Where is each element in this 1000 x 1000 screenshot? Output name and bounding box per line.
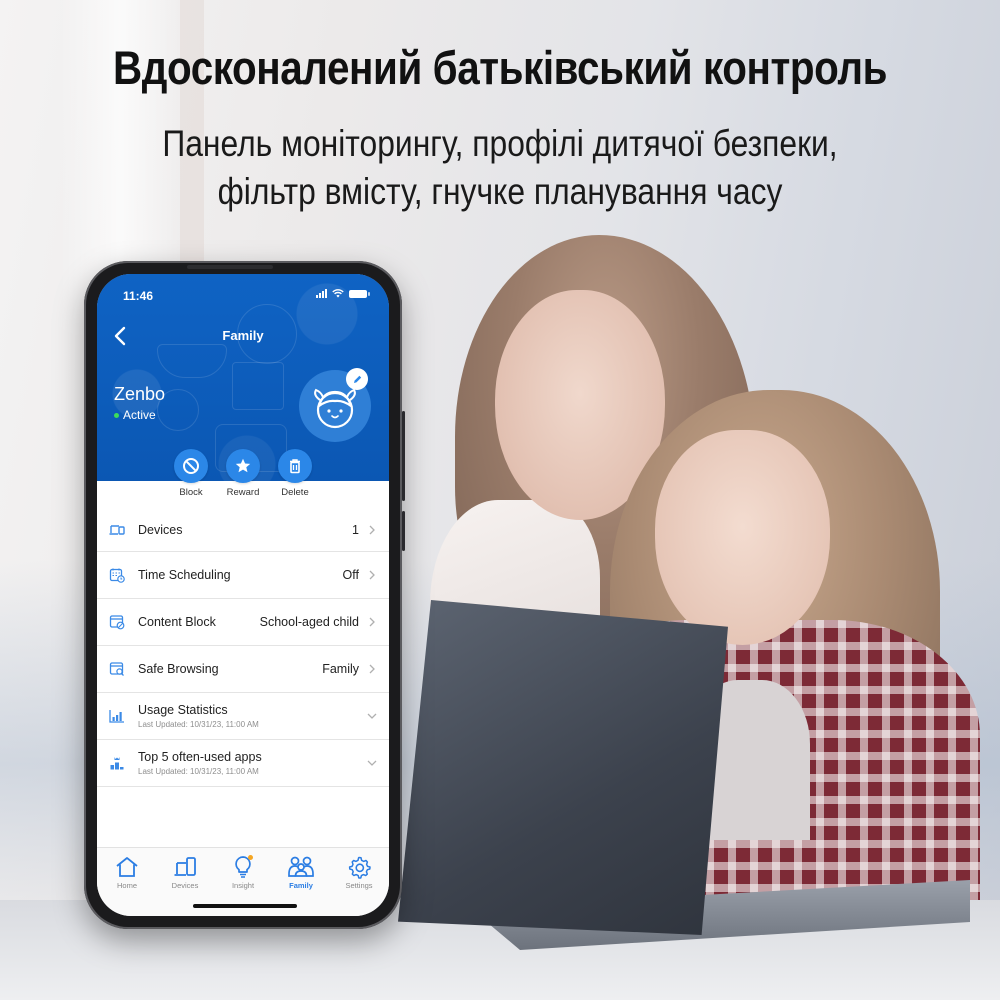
speaker-grille xyxy=(187,265,273,269)
list-item-label: Top 5 often-used apps xyxy=(138,750,262,764)
profile-actions: Block Reward Delete xyxy=(97,449,389,509)
profile-name: Zenbo xyxy=(114,384,166,404)
edit-profile-button[interactable] xyxy=(346,368,368,390)
list-item-text: Top 5 often-used apps Last Updated: 10/3… xyxy=(138,750,365,776)
list-item-devices[interactable]: Devices 1 xyxy=(97,509,389,552)
tab-label: Devices xyxy=(171,881,199,890)
list-item-text: Time Scheduling xyxy=(138,568,343,582)
list-item-text: Safe Browsing xyxy=(138,662,322,676)
list-item-subtitle: Last Updated: 10/31/23, 11:00 AM xyxy=(138,767,259,776)
gear-icon xyxy=(348,856,371,879)
insight-badge xyxy=(248,855,253,860)
list-item-label: Devices xyxy=(138,523,183,537)
headline: Вдосконалений батьківський контроль xyxy=(112,41,888,94)
laptop-lid xyxy=(398,600,728,935)
tab-label: Insight xyxy=(231,881,255,890)
list-item-value: Off xyxy=(342,568,359,582)
battery-icon xyxy=(349,289,370,298)
status-dot-icon xyxy=(114,412,119,418)
status-icons xyxy=(316,289,370,298)
girl-face xyxy=(655,430,830,645)
reward-label: Reward xyxy=(226,487,260,498)
profile-status-label: Active xyxy=(123,408,156,422)
list-item-text: Devices xyxy=(138,523,352,537)
doodle-calendar xyxy=(232,362,284,410)
doodle-book xyxy=(157,344,227,378)
list-item-text: Usage Statistics Last Updated: 10/31/23,… xyxy=(138,703,365,729)
block-button[interactable]: Block xyxy=(161,449,221,498)
devices-icon xyxy=(109,525,125,535)
list-item-value: School-aged child xyxy=(259,615,359,629)
tab-devices[interactable]: Devices xyxy=(156,854,214,890)
block-label: Block xyxy=(179,487,203,498)
list-item-value: 1 xyxy=(352,523,359,537)
calendar-clock-icon xyxy=(109,568,125,583)
side-button xyxy=(402,511,405,551)
list-item-subtitle: Last Updated: 10/31/23, 11:00 AM xyxy=(138,720,259,729)
chevron-right-icon xyxy=(369,617,375,627)
status-bar: 11:46 xyxy=(97,274,389,312)
home-indicator[interactable] xyxy=(193,904,297,908)
chevron-down-icon[interactable] xyxy=(365,709,379,723)
list-item-top-apps[interactable]: Top 5 often-used apps Last Updated: 10/3… xyxy=(97,740,389,787)
list-item-label: Safe Browsing xyxy=(138,662,219,676)
power-button xyxy=(402,411,405,501)
star-icon xyxy=(235,458,251,473)
chevron-right-icon xyxy=(369,570,375,580)
tab-label: Settings xyxy=(345,881,373,890)
trash-icon xyxy=(290,459,300,474)
signal-icon xyxy=(316,289,327,298)
family-icon xyxy=(288,856,314,877)
page-title: Family xyxy=(222,328,264,343)
list-item-usage-statistics[interactable]: Usage Statistics Last Updated: 10/31/23,… xyxy=(97,693,389,740)
subline: Панель моніторингу, профілі дитячої безп… xyxy=(70,120,930,216)
subline-line-1: Панель моніторингу, профілі дитячої безп… xyxy=(162,123,838,164)
chevron-down-icon[interactable] xyxy=(365,756,379,770)
bar-chart-icon xyxy=(109,710,124,723)
delete-button[interactable]: Delete xyxy=(265,449,325,498)
delete-button-circle xyxy=(278,449,312,483)
settings-list: Devices 1 Time Scheduling Off Content Bl… xyxy=(97,509,389,787)
tab-family[interactable]: Family xyxy=(272,854,330,890)
list-item-time-scheduling[interactable]: Time Scheduling Off xyxy=(97,552,389,599)
block-button-circle xyxy=(174,449,208,483)
profile-status: Active xyxy=(114,408,156,422)
devices-icon xyxy=(174,857,196,876)
list-item-safe-browsing[interactable]: Safe Browsing Family xyxy=(97,646,389,693)
reward-button[interactable]: Reward xyxy=(213,449,273,498)
list-item-label: Time Scheduling xyxy=(138,568,231,582)
pencil-icon xyxy=(353,375,361,383)
list-item-text: Content Block xyxy=(138,615,260,629)
tab-home[interactable]: Home xyxy=(98,854,156,890)
tab-settings[interactable]: Settings xyxy=(330,854,388,890)
phone-screen: 11:46 Family Zenbo Active Block Reward D… xyxy=(97,274,389,916)
list-item-value: Family xyxy=(322,662,359,676)
delete-label: Delete xyxy=(281,487,309,498)
phone-mockup: 11:46 Family Zenbo Active Block Reward D… xyxy=(84,261,405,929)
home-icon xyxy=(116,857,138,877)
status-time: 11:46 xyxy=(123,289,154,303)
reward-button-circle xyxy=(226,449,260,483)
list-item-label: Content Block xyxy=(138,615,216,629)
safe-browsing-icon xyxy=(109,662,124,676)
tab-bar: Home Devices Insight Family Settings xyxy=(97,847,389,916)
chevron-right-icon xyxy=(369,664,375,674)
chevron-right-icon xyxy=(369,525,375,535)
list-item-content-block[interactable]: Content Block School-aged child xyxy=(97,599,389,646)
tab-label: Home xyxy=(116,881,137,890)
content-block-icon xyxy=(109,615,125,630)
wifi-icon xyxy=(332,289,344,298)
tab-insight[interactable]: Insight xyxy=(214,854,272,890)
block-icon xyxy=(183,458,199,474)
list-item-label: Usage Statistics xyxy=(138,703,228,717)
ranking-icon xyxy=(110,757,124,770)
tab-label: Family xyxy=(289,881,313,890)
subline-line-2: фільтр вмісту, гнучке планування часу xyxy=(217,171,783,212)
